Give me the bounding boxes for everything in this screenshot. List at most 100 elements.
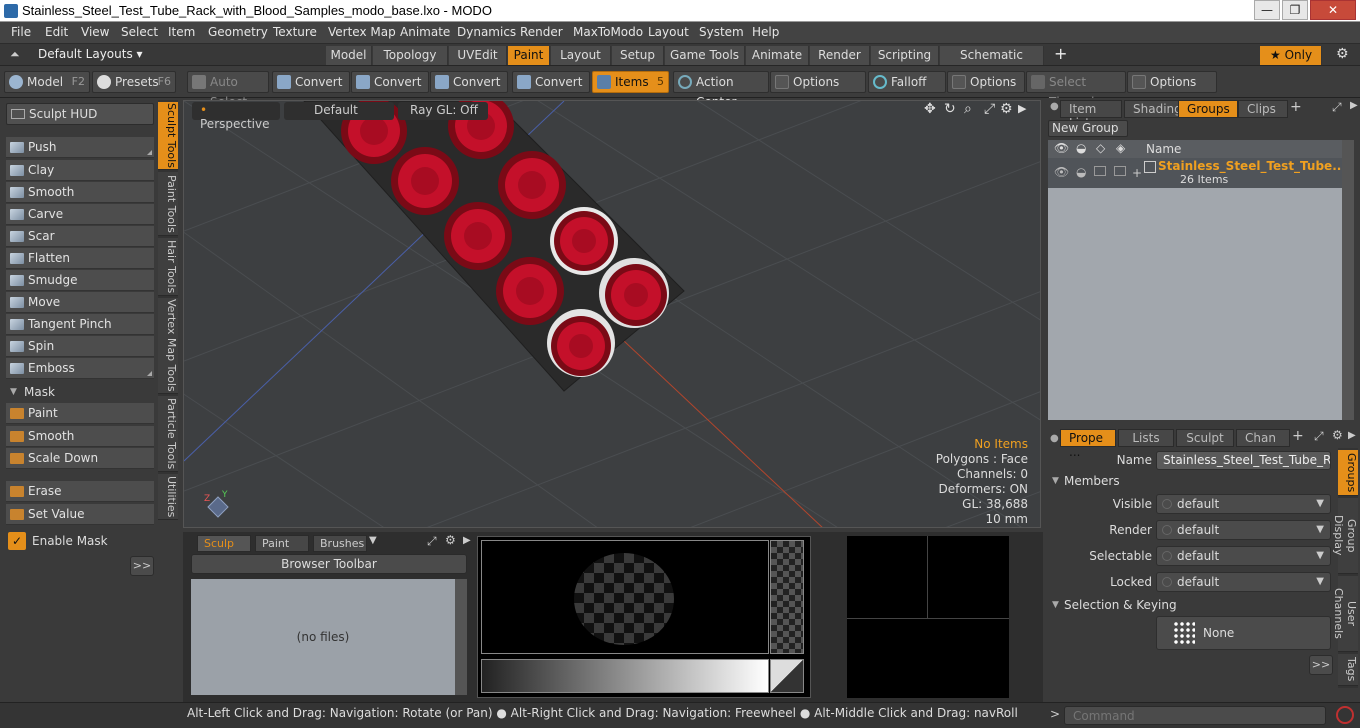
file-browser-list[interactable]: (no files): [191, 579, 455, 695]
add-tab-icon[interactable]: +: [1290, 99, 1302, 115]
tab-render[interactable]: Render: [810, 46, 870, 65]
viewport-shading-menu[interactable]: Default: [284, 102, 394, 120]
file-browser-scrollbar[interactable]: [455, 579, 467, 695]
vtab-particle-tools[interactable]: Particle Tools: [158, 396, 178, 472]
panel-gear-icon[interactable]: ⚙: [445, 533, 456, 547]
tab-topology[interactable]: Topology: [373, 46, 448, 65]
maximize-view-icon[interactable]: ⤢: [984, 101, 995, 117]
panel-gear-icon[interactable]: ⚙: [1332, 428, 1343, 442]
mask-section-header[interactable]: ▼ Mask: [6, 383, 154, 401]
row-lock-box[interactable]: [1094, 166, 1106, 176]
expand-plus-icon[interactable]: +: [1132, 166, 1142, 180]
row-select-box[interactable]: [1114, 166, 1126, 176]
tab-setup[interactable]: Setup: [612, 46, 664, 65]
menu-edit[interactable]: Edit: [45, 25, 68, 39]
row-eye-icon[interactable]: 👁: [1054, 165, 1069, 179]
visibility-eye-icon[interactable]: 👁: [1054, 141, 1069, 155]
tab-clips[interactable]: Clips: [1238, 100, 1288, 118]
mask-tool-set-value[interactable]: Set Value: [6, 504, 154, 525]
vtab-tags[interactable]: Tags: [1338, 654, 1358, 686]
tab-animate[interactable]: Animate: [746, 46, 809, 65]
tab-paint[interactable]: Paint: [508, 46, 550, 65]
tab-model[interactable]: Model: [326, 46, 372, 65]
vtab-user-channels[interactable]: User Channels: [1332, 576, 1358, 652]
vtab-utilities[interactable]: Utilities: [158, 474, 178, 520]
items-mode-button[interactable]: Items 5: [592, 71, 669, 93]
tab-uvedit[interactable]: UVEdit: [449, 46, 507, 65]
tool-smooth[interactable]: Smooth: [6, 182, 154, 203]
command-input[interactable]: [1064, 706, 1326, 725]
presets-button[interactable]: Presets F6: [92, 71, 176, 93]
convert-polygons-button[interactable]: Convert: [430, 71, 508, 93]
tool-carve[interactable]: Carve: [6, 204, 154, 225]
expand-more-button[interactable]: >>: [130, 556, 154, 576]
vtab-sculpt-tools[interactable]: Sculpt Tools: [158, 102, 178, 170]
vtab-paint-tools[interactable]: Paint Tools: [158, 172, 178, 236]
visible-dropdown[interactable]: default ▼: [1156, 494, 1331, 514]
falloff-options-button[interactable]: Options: [947, 71, 1025, 93]
expand-panel-icon[interactable]: ⤢: [427, 534, 437, 549]
tab-scripting[interactable]: Scripting: [871, 46, 939, 65]
brush-gradient-strip[interactable]: [481, 659, 769, 693]
browser-toolbar-button[interactable]: Browser Toolbar: [191, 554, 467, 574]
members-section[interactable]: ▼ Members: [1050, 473, 1334, 489]
tab-properties[interactable]: Prope ...: [1060, 429, 1116, 459]
menu-texture[interactable]: Texture: [273, 25, 317, 39]
enable-mask-toggle[interactable]: ✓ Enable Mask: [6, 530, 154, 552]
zoom-view-icon[interactable]: ⌕: [964, 101, 972, 117]
tool-clay[interactable]: Clay: [6, 160, 154, 181]
record-icon[interactable]: [1336, 706, 1354, 724]
tab-lists[interactable]: Lists: [1118, 429, 1174, 447]
viewport-view-menu[interactable]: • Perspective: [192, 102, 280, 131]
menu-maxtomodo[interactable]: MaxToModo: [573, 25, 643, 39]
menu-item[interactable]: Item: [168, 25, 195, 39]
select-through-button[interactable]: Select Through: [1026, 71, 1126, 109]
keying-none-button[interactable]: None: [1156, 616, 1331, 650]
menu-geometry[interactable]: Geometry: [208, 25, 268, 39]
move-view-icon[interactable]: ✥: [924, 101, 936, 117]
close-button[interactable]: ✕: [1310, 0, 1356, 20]
name-field[interactable]: Stainless_Steel_Test_Tube_Rack_v: [1156, 451, 1331, 470]
mask-tool-erase[interactable]: Erase: [6, 481, 154, 502]
layout-up-icon[interactable]: ⏶: [10, 47, 20, 62]
menu-file[interactable]: File: [11, 25, 31, 39]
convert-materials-button[interactable]: Convert: [512, 71, 590, 93]
lock-icon[interactable]: ◇: [1096, 141, 1105, 155]
falloff-button[interactable]: Falloff: [868, 71, 946, 93]
menu-dynamics[interactable]: Dynamics: [457, 25, 516, 39]
select-icon[interactable]: ◈: [1116, 141, 1125, 155]
menu-select[interactable]: Select: [121, 25, 158, 39]
model-mode-button[interactable]: Model F2: [4, 71, 90, 93]
selection-keying-section[interactable]: ▼ Selection & Keying: [1050, 597, 1334, 613]
viewport-raygl-toggle[interactable]: Ray GL: Off: [398, 102, 488, 120]
tab-sculpt-presets[interactable]: Sculp ...: [197, 535, 251, 563]
brush-opacity-strip[interactable]: [770, 540, 804, 654]
tool-emboss[interactable]: Emboss: [6, 358, 154, 379]
viewport-gear-icon[interactable]: ⚙: [1000, 101, 1013, 117]
tab-schematic-fusion[interactable]: Schematic Fusion: [940, 46, 1044, 80]
vtab-groups[interactable]: Groups: [1338, 450, 1358, 496]
new-group-button[interactable]: New Group: [1048, 120, 1128, 137]
tool-flatten[interactable]: Flatten: [6, 248, 154, 269]
mask-tool-paint[interactable]: Paint: [6, 403, 154, 424]
mask-tool-scale-down[interactable]: Scale Down: [6, 448, 154, 469]
selectable-dropdown[interactable]: default ▼: [1156, 546, 1331, 566]
vtab-group-display[interactable]: Group Display: [1332, 498, 1358, 574]
convert-edges-button[interactable]: Convert: [351, 71, 429, 93]
render-dropdown[interactable]: default ▼: [1156, 520, 1331, 540]
tab-dropdown-icon[interactable]: ▼: [369, 535, 377, 546]
gear-icon[interactable]: ⚙: [1336, 46, 1349, 62]
mask-tool-smooth[interactable]: Smooth: [6, 426, 154, 447]
tool-push[interactable]: Push: [6, 137, 154, 158]
convert-vertices-button[interactable]: Convert: [272, 71, 350, 93]
tab-layout[interactable]: Layout: [551, 46, 611, 65]
sculpt-hud-button[interactable]: Sculpt HUD: [6, 103, 154, 125]
viewport-arrow-icon[interactable]: ▶: [1018, 102, 1026, 115]
vtab-hair-tools[interactable]: Hair Tools: [158, 238, 178, 296]
menu-layout[interactable]: Layout: [648, 25, 689, 39]
group-row-toggles[interactable]: 👁 ◒: [1048, 158, 1132, 188]
tool-spin[interactable]: Spin: [6, 336, 154, 357]
select-options-button[interactable]: Options: [1127, 71, 1217, 93]
tool-tangent-pinch[interactable]: Tangent Pinch: [6, 314, 154, 335]
locked-dropdown[interactable]: default ▼: [1156, 572, 1331, 592]
